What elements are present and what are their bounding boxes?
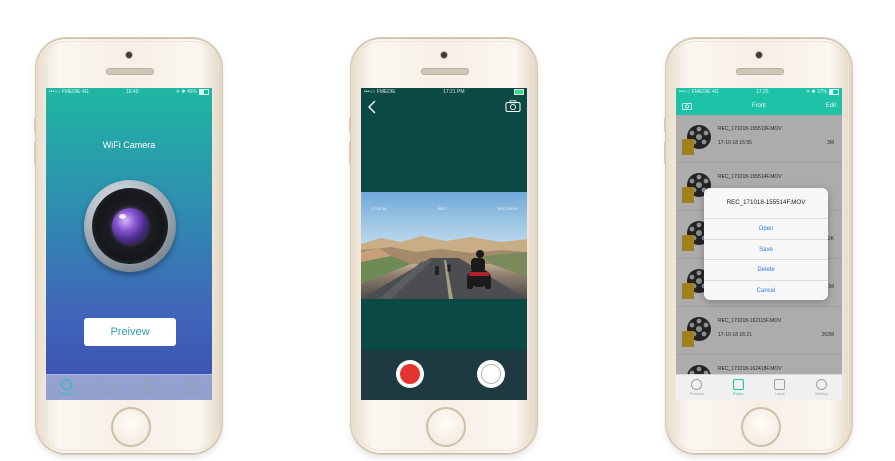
tab-label: Local — [774, 391, 785, 396]
tab-setting[interactable]: Setting — [803, 379, 839, 396]
camera-icon[interactable] — [682, 102, 692, 110]
home-button[interactable] — [111, 407, 151, 447]
volume-button — [349, 142, 351, 164]
tab-local[interactable]: Local — [762, 379, 798, 396]
phone-2: •••○○ FMEDIE 17:21 PM 17:20:16 REC REC 0… — [349, 38, 537, 454]
tab-label: Preview — [689, 391, 704, 396]
photo-tab-icon — [102, 379, 114, 390]
tab-label: Photo — [103, 391, 114, 396]
tab-label: Setting — [185, 391, 198, 396]
tab-photo[interactable]: Photo — [720, 379, 756, 396]
dialog-title: REC_171018-155514F.MOV — [704, 188, 828, 219]
phone-1: •••○○ FMEDIE 4G 16:40 ✈ ✱ 46% WiFi Camer… — [34, 38, 222, 454]
camera-switch-icon[interactable] — [505, 100, 521, 112]
tab-bar: Preview Photo Local Setting — [676, 374, 842, 400]
clock: 16:40 — [125, 89, 139, 95]
volume-button — [664, 118, 666, 132]
battery: ✈ ✱ 37% — [806, 88, 839, 97]
carrier: •••○○ FMEDIE — [364, 89, 396, 95]
earpiece-speaker — [421, 68, 469, 75]
screen-wifi-camera: •••○○ FMEDIE 4G 16:40 ✈ ✱ 46% WiFi Camer… — [46, 88, 212, 400]
video-preview[interactable]: 17:20:16 REC REC 00:00 — [361, 192, 527, 299]
delete-button[interactable]: Delete — [704, 260, 828, 281]
status-bar: •••○○ FMEDIE 4G 17:25 ✈ ✱ 37% — [676, 88, 842, 97]
battery — [512, 88, 524, 97]
tab-preview[interactable]: Preview — [679, 379, 715, 396]
carrier: •••○○ FMEDIE 4G — [49, 89, 89, 95]
earpiece-speaker — [106, 68, 154, 75]
open-button[interactable]: Open — [704, 219, 828, 240]
front-camera — [441, 52, 447, 58]
preview-tab-icon — [61, 379, 73, 390]
battery-icon — [198, 88, 209, 95]
tab-photo[interactable]: Photo — [90, 379, 126, 396]
home-button[interactable] — [741, 407, 781, 447]
photo-tab-icon — [732, 379, 744, 390]
edit-button[interactable]: Edit — [826, 103, 836, 109]
front-camera — [126, 52, 132, 58]
tab-local[interactable]: Local — [132, 379, 168, 396]
cancel-button[interactable]: Cancel — [704, 281, 828, 301]
phone-3: •••○○ FMEDIE 4G 17:25 ✈ ✱ 37% Front Edit… — [664, 38, 852, 454]
camera-lens-icon — [84, 180, 176, 272]
overlay-rec-label: REC — [437, 206, 447, 211]
save-button[interactable]: Save — [704, 240, 828, 260]
folder-tab-icon — [774, 379, 786, 390]
battery-icon — [828, 88, 839, 95]
tab-preview[interactable]: Preview — [49, 379, 85, 396]
page-title: WiFi Camera — [102, 140, 156, 150]
home-button[interactable] — [426, 407, 466, 447]
nav-title: Front — [751, 103, 766, 109]
settings-tab-icon — [815, 379, 827, 390]
earpiece-speaker — [736, 68, 784, 75]
status-bar: •••○○ FMEDIE 4G 16:40 ✈ ✱ 46% — [46, 88, 212, 97]
volume-button — [349, 118, 351, 132]
record-button[interactable] — [396, 360, 424, 388]
video-overlay: 17:20:16 REC REC 00:00 — [361, 206, 527, 211]
record-icon — [400, 364, 420, 384]
shutter-button[interactable] — [477, 360, 505, 388]
folder-tab-icon — [144, 379, 156, 390]
screen-file-list: •••○○ FMEDIE 4G 17:25 ✈ ✱ 37% Front Edit… — [676, 88, 842, 400]
nav-bar: Front Edit — [676, 97, 842, 115]
clock: 17:25 — [755, 89, 769, 95]
overlay-rec-timer: REC 00:00 — [497, 206, 517, 211]
tab-label: Preview — [59, 391, 74, 396]
battery: ✈ ✱ 46% — [176, 88, 209, 97]
volume-button — [664, 142, 666, 164]
capture-bar — [361, 350, 527, 400]
clock: 17:21 PM — [443, 89, 465, 95]
tab-label: Photo — [733, 391, 744, 396]
tab-label: Local — [144, 391, 155, 396]
preview-tab-icon — [691, 379, 703, 390]
volume-button — [34, 118, 36, 132]
status-bar: •••○○ FMEDIE 17:21 PM — [361, 88, 527, 97]
tab-label: Setting — [815, 391, 828, 396]
battery-text: ✈ ✱ 37% — [805, 89, 827, 95]
preview-button[interactable]: Preivew — [84, 318, 176, 346]
front-camera — [756, 52, 762, 58]
tab-setting[interactable]: Setting — [173, 379, 209, 396]
carrier: •••○○ FMEDIE 4G — [679, 89, 719, 95]
chevron-left-icon[interactable] — [367, 100, 377, 114]
overlay-timestamp: 17:20:16 — [371, 206, 387, 211]
screen-live-preview: •••○○ FMEDIE 17:21 PM 17:20:16 REC REC 0… — [361, 88, 527, 400]
file-action-dialog: REC_171018-155514F.MOV Open Save Delete … — [704, 188, 828, 300]
battery-icon — [513, 88, 524, 95]
volume-button — [34, 142, 36, 164]
tab-bar: Preview Photo Local Setting — [46, 374, 212, 400]
shutter-icon — [481, 364, 501, 384]
battery-text: ✈ ✱ 46% — [175, 89, 197, 95]
settings-tab-icon — [185, 379, 197, 390]
